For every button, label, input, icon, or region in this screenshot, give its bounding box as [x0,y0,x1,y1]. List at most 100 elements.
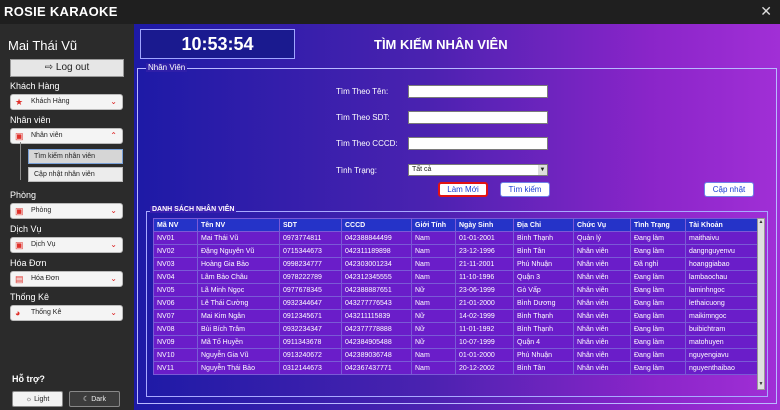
table-legend: DANH SÁCH NHÂN VIÊN [150,206,237,213]
table-cell: 042389036748 [341,348,412,362]
table-cell: Nguyễn Thái Bảo [197,361,280,375]
update-button[interactable]: Cập nhật [704,182,754,197]
table-body: NV01 Mai Thái Vũ 0973774811 042388844499 Nam… [153,231,760,375]
name-label: Tìm Theo Tên: [336,87,389,96]
table-row[interactable]: NV01 Mai Thái Vũ 0973774811 042388844499 Nam… [153,231,760,245]
rooms-dropdown[interactable]: ▣ Phòng ⌄ [10,203,123,219]
table-cell: 043211115839 [341,309,412,323]
table-cell: Bình Tân [513,244,574,258]
section-label-invoices: Hóa Đơn [10,258,47,268]
table-scrollbar[interactable]: ▲ ▼ [757,218,765,390]
table-cell: Mai Kim Ngân [197,309,280,323]
table-cell: NV06 [153,296,198,310]
table-cell: Đang làm [630,296,686,310]
table-header-row: Mã NV Tên NV SDT CCCD Giới Tính Ngày Sinh Địa … [153,218,760,232]
table-cell: 0715344673 [279,244,342,258]
subtree-line [20,142,21,180]
section-label-services: Dịch Vụ [10,224,42,234]
section-label-rooms: Phòng [10,190,37,200]
stats-dropdown[interactable]: ◕ Thống Kê ⌄ [10,305,123,321]
phone-label: Tìm Theo SDT: [336,113,390,122]
table-cell: Nhân viên [573,244,631,258]
table-cell: 042384905488 [341,335,412,349]
table-cell: 0978222789 [279,270,342,284]
staff-table-panel: DANH SÁCH NHÂN VIÊN Mã NV Tên NV SDT CCCD Gi… [146,206,768,397]
invoice-icon: ▤ [15,274,24,284]
table-cell: Nhân viên [573,335,631,349]
column-header[interactable]: Mã NV [153,218,198,232]
column-header[interactable]: Chức Vụ [573,218,631,232]
staff-table[interactable]: Mã NV Tên NV SDT CCCD Giới Tính Ngày Sinh Địa … [153,218,760,375]
dropdown-label: Thống Kê [31,309,62,316]
cccd-input[interactable] [408,137,548,150]
table-cell: Mã Tố Huyền [197,335,280,349]
table-cell: 10-07-1999 [455,335,514,349]
dark-theme-button[interactable]: ☾ Dark [69,391,120,407]
table-cell: buibichtram [685,322,760,336]
dropdown-label: Nhân viên [31,132,63,139]
column-header[interactable]: SDT [279,218,342,232]
table-row[interactable]: NV02 Đặng Nguyên Vũ 0715344673 042311189898… [153,244,760,258]
table-cell: 042312345555 [341,270,412,284]
logout-button[interactable]: ⇨ Log out [10,59,124,77]
table-cell: Quản lý [573,231,631,245]
user-name: Mai Thái Vũ [8,38,78,53]
table-cell: NV08 [153,322,198,336]
table-cell: NV02 [153,244,198,258]
table-cell: Lâm Bảo Châu [197,270,280,284]
table-cell: hoanggiabao [685,257,760,271]
table-cell: 042388844499 [341,231,412,245]
sun-icon: ☼ [25,396,35,403]
table-cell: Nhân viên [573,309,631,323]
column-header[interactable]: Tài Khoản [685,218,760,232]
column-header[interactable]: CCCD [341,218,412,232]
table-row[interactable]: NV08 Bùi Bích Trâm 0932234347 042377778888 N… [153,322,760,336]
table-cell: 0913240672 [279,348,342,362]
customers-dropdown[interactable]: ★ Khách Hàng ⌄ [10,94,123,110]
table-row[interactable]: NV11 Nguyễn Thái Bảo 0312144673 04236743777… [153,361,760,375]
services-dropdown[interactable]: ▣ Dịch Vụ ⌄ [10,237,123,253]
table-row[interactable]: NV05 Lã Minh Ngọc 0977678345 042388887651 Nữ… [153,283,760,297]
table-cell: lethaicuong [685,296,760,310]
status-select[interactable]: Tất cả ▼ [408,164,548,176]
table-row[interactable]: NV04 Lâm Bảo Châu 0978222789 042312345555 Na… [153,270,760,284]
refresh-button[interactable]: Làm Mới [438,182,488,197]
customer-icon: ★ [15,97,24,107]
scroll-up-icon[interactable]: ▲ [758,219,764,227]
column-header[interactable]: Tên NV [197,218,280,232]
close-icon[interactable]: ✕ [760,3,772,20]
table-cell: Bình Tân [513,361,574,375]
staff-dropdown[interactable]: ▣ Nhân viên ⌃ [10,128,123,144]
table-row[interactable]: NV09 Mã Tố Huyền 0911343678 042384905488 Nữ 1… [153,335,760,349]
search-button[interactable]: Tìm kiếm [500,182,550,197]
light-theme-button[interactable]: ☼ Light [12,391,63,407]
table-row[interactable]: NV10 Nguyễn Gia Vũ 0913240672 042389036748 N… [153,348,760,362]
column-header[interactable]: Giới Tính [411,218,456,232]
column-header[interactable]: Địa Chỉ [513,218,574,232]
column-header[interactable]: Ngày Sinh [455,218,514,232]
section-label-stats: Thống Kê [10,292,50,302]
table-cell: nguyengiavu [685,348,760,362]
table-cell: 042388887651 [341,283,412,297]
table-cell: Nữ [411,322,456,336]
sidebar-item-update-staff[interactable]: Cập nhật nhân viên [28,167,123,182]
table-row[interactable]: NV03 Hoàng Gia Bảo 0998234777 042303001234 N… [153,257,760,271]
table-cell: 0977678345 [279,283,342,297]
table-cell: 0932344647 [279,296,342,310]
table-cell: Bình Thạnh [513,231,574,245]
table-cell: Đặng Nguyên Vũ [197,244,280,258]
table-cell: 21-01-2000 [455,296,514,310]
name-input[interactable] [408,85,548,98]
table-row[interactable]: NV07 Mai Kim Ngân 0912345671 043211115839 Nữ… [153,309,760,323]
column-header[interactable]: Tình Trạng [630,218,686,232]
table-cell: 21-11-2001 [455,257,514,271]
phone-input[interactable] [408,111,548,124]
table-cell: 23-12-1996 [455,244,514,258]
dark-label: Dark [91,396,106,403]
sidebar-item-search-staff[interactable]: Tìm kiếm nhân viên [28,149,123,164]
scroll-down-icon[interactable]: ▼ [758,381,764,389]
invoices-dropdown[interactable]: ▤ Hóa Đơn ⌄ [10,271,123,287]
dropdown-label: Khách Hàng [31,98,70,105]
staff-panel: Nhân Viên Tìm Theo Tên: Tìm Theo SDT: Tì… [137,63,777,404]
table-row[interactable]: NV06 Lê Thái Cường 0932344647 043277776543 N… [153,296,760,310]
